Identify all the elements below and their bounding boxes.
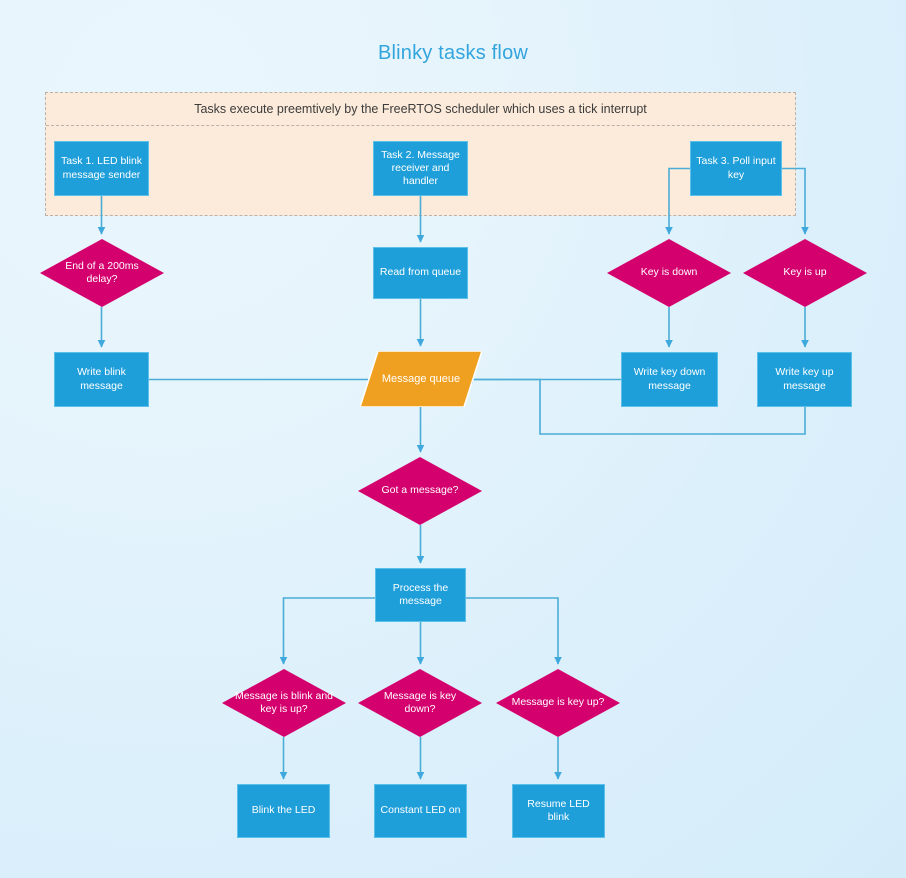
node-blink-the-led-label: Blink the LED	[251, 804, 316, 817]
node-write-blink-message[interactable]: Write blink message	[54, 352, 149, 407]
node-message-is-key-down-decision-label: Message is key down?	[383, 689, 457, 715]
node-process-the-message[interactable]: Process the message	[375, 568, 466, 622]
node-key-is-down-decision-label: Key is down	[640, 266, 698, 279]
node-end-of-delay-decision[interactable]: End of a 200ms delay?	[40, 239, 164, 307]
node-constant-led-on-label: Constant LED on	[380, 804, 461, 817]
node-task1[interactable]: Task 1. LED blink message sender	[54, 141, 149, 196]
node-write-key-down-message-label: Write key down message	[633, 366, 706, 392]
node-end-of-delay-decision-label: End of a 200ms delay?	[65, 259, 139, 285]
node-constant-led-on[interactable]: Constant LED on	[374, 784, 467, 838]
diagram-canvas: Blinky tasks flow Tasks execute preemtiv…	[0, 0, 906, 878]
node-write-key-up-message[interactable]: Write key up message	[757, 352, 852, 407]
node-task3-label: Task 3. Poll input key	[696, 155, 776, 181]
node-message-queue[interactable]: Message queue	[360, 351, 482, 407]
node-read-from-queue-label: Read from queue	[379, 266, 462, 279]
node-key-is-up-decision[interactable]: Key is up	[743, 239, 867, 307]
page-title: Blinky tasks flow	[377, 42, 529, 64]
node-blink-the-led[interactable]: Blink the LED	[237, 784, 330, 838]
node-message-is-blink-decision[interactable]: Message is blink and key is up?	[222, 669, 346, 737]
node-key-is-down-decision[interactable]: Key is down	[607, 239, 731, 307]
node-task3[interactable]: Task 3. Poll input key	[690, 141, 782, 196]
node-got-a-message-decision-label: Got a message?	[381, 484, 459, 497]
node-got-a-message-decision[interactable]: Got a message?	[358, 457, 482, 525]
node-task1-label: Task 1. LED blink message sender	[60, 155, 143, 181]
node-message-is-key-down-decision[interactable]: Message is key down?	[358, 669, 482, 737]
node-message-is-key-up-decision[interactable]: Message is key up?	[496, 669, 620, 737]
node-write-blink-message-label: Write blink message	[77, 366, 126, 392]
node-message-queue-label: Message queue	[381, 372, 461, 385]
node-task2[interactable]: Task 2. Message receiver and handler	[373, 141, 468, 196]
node-message-is-key-up-decision-label: Message is key up?	[511, 696, 605, 709]
node-resume-led-blink[interactable]: Resume LED blink	[512, 784, 605, 838]
group-header-label: Tasks execute preemtively by the FreeRTO…	[46, 93, 795, 126]
node-write-key-down-message[interactable]: Write key down message	[621, 352, 718, 407]
node-key-is-up-decision-label: Key is up	[783, 266, 827, 279]
node-write-key-up-message-label: Write key up message	[775, 366, 834, 392]
node-read-from-queue[interactable]: Read from queue	[373, 247, 468, 299]
node-process-the-message-label: Process the message	[392, 581, 449, 607]
node-message-is-blink-decision-label: Message is blink and key is up?	[234, 689, 334, 715]
node-resume-led-blink-label: Resume LED blink	[527, 797, 590, 823]
node-task2-label: Task 2. Message receiver and handler	[381, 148, 460, 188]
